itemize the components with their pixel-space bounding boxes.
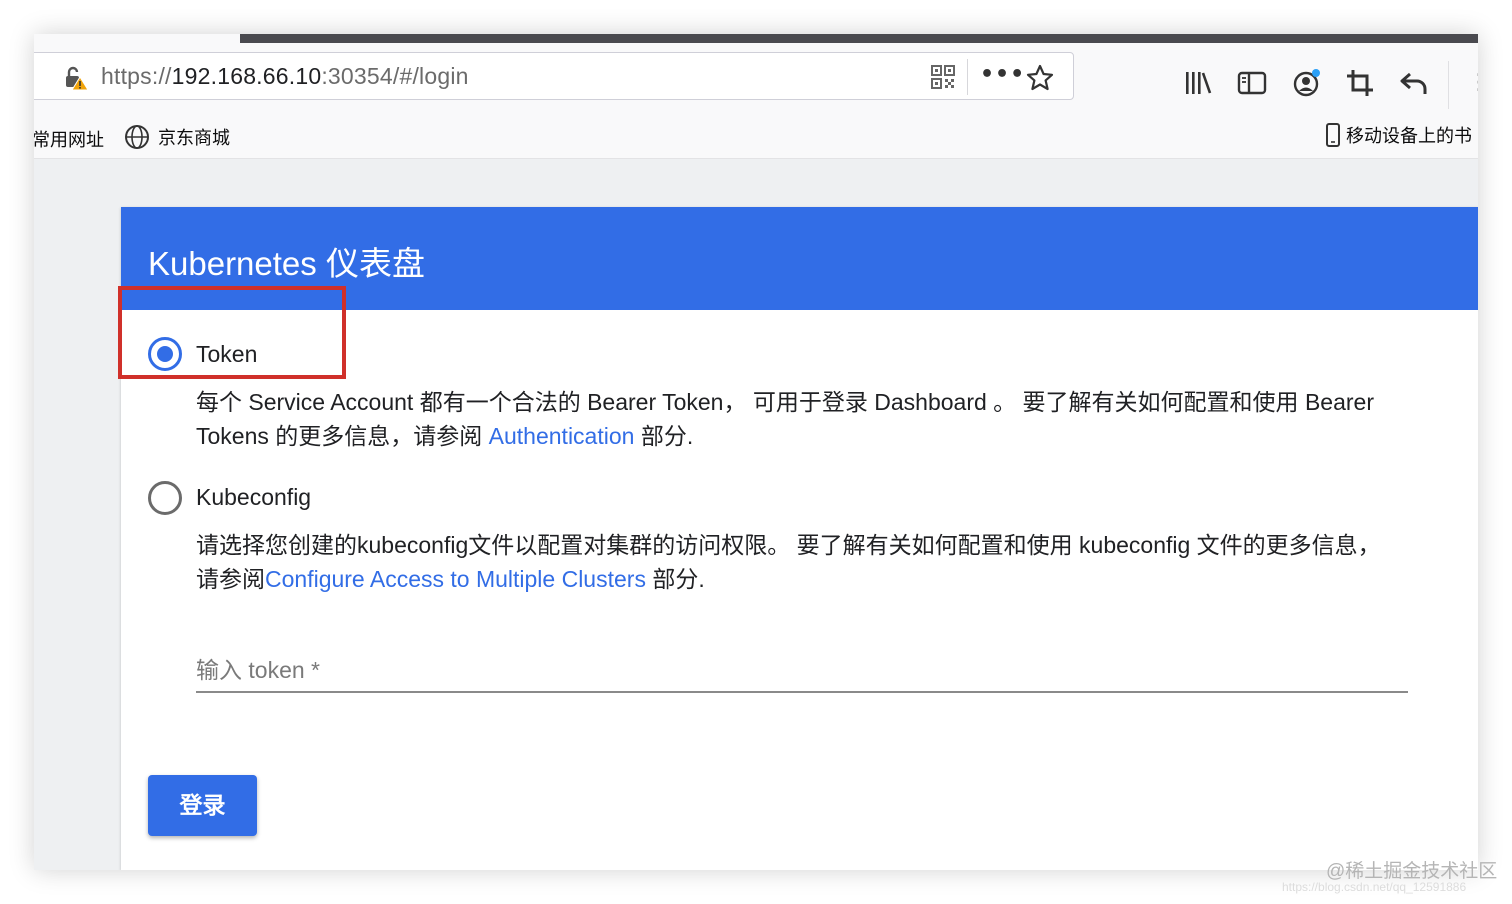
bookmark-star-icon[interactable] bbox=[1025, 63, 1055, 93]
page-title: Kubernetes 仪表盘 bbox=[148, 245, 425, 282]
bookmarks-bar: 常用网址 京东商城 移动设备上的书 bbox=[34, 117, 1478, 159]
url-host: 192.168.66.10 bbox=[171, 63, 322, 89]
url-divider bbox=[967, 59, 968, 95]
login-card: Kubernetes 仪表盘 Token 每个 Service Account … bbox=[118, 207, 1478, 870]
token-label[interactable]: Token bbox=[196, 341, 257, 368]
authentication-link[interactable]: Authentication bbox=[489, 423, 635, 449]
page-content: Kubernetes 仪表盘 Token 每个 Service Account … bbox=[34, 159, 1478, 870]
insecure-lock-icon[interactable] bbox=[63, 65, 89, 91]
token-radio[interactable] bbox=[148, 337, 182, 371]
kubeconfig-description: 请选择您创建的kubeconfig文件以配置对集群的访问权限。 要了解有关如何配… bbox=[196, 532, 1381, 592]
menu-icon[interactable]: ⋮ bbox=[1468, 69, 1478, 99]
account-icon[interactable] bbox=[1290, 67, 1322, 99]
tab-strip bbox=[240, 34, 1478, 43]
token-input[interactable]: 输入 token * bbox=[196, 639, 1408, 693]
kubeconfig-label[interactable]: Kubeconfig bbox=[196, 484, 311, 511]
library-icon[interactable] bbox=[1182, 67, 1214, 99]
screenshot-crop-icon[interactable] bbox=[1344, 67, 1376, 99]
globe-icon bbox=[125, 125, 149, 149]
configure-access-link[interactable]: Configure Access to Multiple Clusters bbox=[265, 566, 646, 592]
undo-icon[interactable] bbox=[1398, 67, 1430, 99]
address-bar[interactable]: https://192.168.66.10:30354/#/login ••• bbox=[34, 52, 1074, 100]
page-actions-icon[interactable]: ••• bbox=[980, 61, 1024, 91]
bookmark-common-sites[interactable]: 常用网址 bbox=[34, 126, 104, 152]
login-button[interactable]: 登录 bbox=[148, 775, 257, 836]
bookmark-jd[interactable]: 京东商城 bbox=[124, 124, 230, 150]
qr-code-icon[interactable] bbox=[930, 64, 956, 90]
bookmark-mobile[interactable]: 移动设备上的书 bbox=[1326, 122, 1472, 148]
toolbar-divider bbox=[1448, 61, 1449, 109]
browser-toolbar: https://192.168.66.10:30354/#/login ••• bbox=[34, 43, 1478, 117]
token-input-placeholder: 输入 token * bbox=[196, 657, 320, 683]
watermark-text: @稀土掘金技术社区 bbox=[1326, 861, 1498, 882]
url-text[interactable]: https://192.168.66.10:30354/#/login bbox=[101, 63, 469, 90]
kubeconfig-radio[interactable] bbox=[148, 481, 182, 515]
mobile-device-icon bbox=[1326, 123, 1340, 147]
browser-window: https://192.168.66.10:30354/#/login ••• bbox=[34, 34, 1478, 870]
watermark-url: https://blog.csdn.net/qq_12591886 bbox=[1282, 880, 1467, 894]
sidebar-icon[interactable] bbox=[1236, 67, 1268, 99]
token-description: 每个 Service Account 都有一个合法的 Bearer Token，… bbox=[196, 389, 1374, 449]
